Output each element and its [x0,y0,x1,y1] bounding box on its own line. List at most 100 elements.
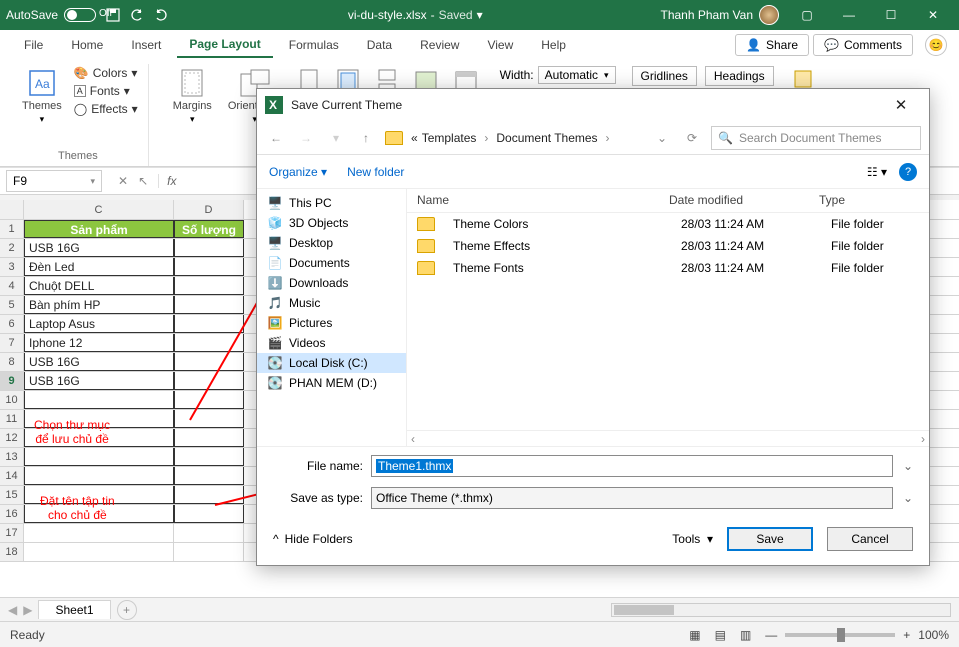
h-scrollbar[interactable] [611,603,951,617]
title-bar: AutoSave Off vi-du-style.xlsx - Saved ▾ … [0,0,959,30]
help-icon[interactable]: ? [899,163,917,181]
chevron-down-icon: ▾ [90,176,95,187]
nav-recent-icon[interactable]: ▾ [325,127,347,149]
cursor-icon: ↖ [138,174,148,188]
margins-button[interactable]: Margins▾ [169,66,216,127]
fx-icon[interactable]: fx [158,174,184,188]
save-theme-dialog: X Save Current Theme ✕ ← → ▾ ↑ « Templat… [256,88,930,566]
tab-view[interactable]: View [475,33,525,57]
chevron-down-icon[interactable]: ▾ [477,8,483,22]
add-sheet-icon[interactable]: + [117,600,137,620]
row-header[interactable]: 1 [0,220,24,238]
tab-data[interactable]: Data [355,33,404,57]
tab-home[interactable]: Home [59,33,115,57]
nav-back-icon[interactable]: ← [265,127,287,149]
ribbon-options-icon[interactable]: ▢ [787,1,827,29]
col-header-name[interactable]: Name [407,189,663,212]
width-select[interactable]: Automatic▾ [538,66,616,84]
folder-tree[interactable]: 🖥️This PC 🧊3D Objects 🖥️Desktop 📄Documen… [257,189,407,446]
themes-button[interactable]: Aa Themes ▾ [18,66,66,127]
undo-icon[interactable] [128,6,146,24]
list-item[interactable]: Theme Colors28/03 11:24 AMFile folder [407,213,929,235]
search-input[interactable]: 🔍 Search Document Themes [711,126,921,150]
cancel-button[interactable]: Cancel [827,527,913,551]
chevron-down-icon[interactable]: ⌄ [901,491,915,505]
file-name-label: File name: [271,459,363,473]
folder-icon [385,131,403,145]
tools-button[interactable]: Tools ▾ [672,532,713,546]
name-box[interactable]: F9▾ [6,170,102,192]
help-icon[interactable]: 😊 [925,34,947,56]
save-button[interactable]: Save [727,527,813,551]
folder-icon [417,217,435,231]
col-header[interactable]: D [174,200,244,219]
avatar [759,5,779,25]
tab-nav-prev-icon[interactable]: ◀ [8,603,17,617]
svg-text:X: X [269,98,277,112]
tree-item: 🖼️Pictures [257,313,406,333]
zoom-slider[interactable] [785,633,895,637]
downloads-icon: ⬇️ [267,276,283,290]
list-item[interactable]: Theme Effects28/03 11:24 AMFile folder [407,235,929,257]
tree-item: 🎬Videos [257,333,406,353]
colors-button[interactable]: 🎨Colors ▾ [74,66,138,80]
comments-button[interactable]: 💬Comments [813,34,913,56]
group-themes: Aa Themes ▾ 🎨Colors ▾ AFonts ▾ ◯Effects … [8,64,149,166]
col-header[interactable]: C [24,200,174,219]
chevron-down-icon[interactable]: ⌄ [901,459,915,473]
save-type-select[interactable]: Office Theme (*.thmx) [371,487,893,509]
file-name-input[interactable]: Theme1.thmx [371,455,893,477]
zoom-out-icon[interactable]: — [765,628,777,642]
list-item[interactable]: Theme Fonts28/03 11:24 AMFile folder [407,257,929,279]
share-button[interactable]: 👤Share [735,34,809,56]
file-list[interactable]: Theme Colors28/03 11:24 AMFile folder Th… [407,213,929,430]
tree-item: 🖥️This PC [257,193,406,213]
refresh-icon[interactable]: ⟳ [681,127,703,149]
tab-insert[interactable]: Insert [119,33,173,57]
view-page-icon[interactable]: ▤ [715,628,726,642]
new-folder-button[interactable]: New folder [347,165,404,179]
tree-item-selected: 💽Local Disk (C:) [257,353,406,373]
tab-formulas[interactable]: Formulas [277,33,351,57]
cube-icon: 🧊 [267,216,283,230]
view-break-icon[interactable]: ▥ [740,628,751,642]
organize-button[interactable]: Organize ▾ [269,165,327,179]
tab-nav-next-icon[interactable]: ▶ [23,603,32,617]
close-icon[interactable]: ✕ [881,96,921,114]
col-header-type[interactable]: Type [813,189,929,212]
group-label: Themes [58,148,98,166]
col-header-date[interactable]: Date modified [663,189,813,212]
cancel-formula-icon[interactable]: ✕ [118,174,128,188]
tree-item: 📄Documents [257,253,406,273]
effects-button[interactable]: ◯Effects ▾ [74,102,138,116]
headings-button[interactable]: Headings [705,66,774,86]
close-icon[interactable]: ✕ [913,1,953,29]
tree-item: ⬇️Downloads [257,273,406,293]
svg-text:Aa: Aa [35,77,50,91]
tab-help[interactable]: Help [529,33,578,57]
sheet-tab[interactable]: Sheet1 [38,600,110,619]
view-options-icon[interactable]: ☷ ▾ [867,165,887,179]
tab-file[interactable]: File [12,33,55,57]
tab-page-layout[interactable]: Page Layout [177,32,272,58]
ribbon-tabs: File Home Insert Page Layout Formulas Da… [0,30,959,60]
pictures-icon: 🖼️ [267,316,283,330]
gridlines-button[interactable]: Gridlines [632,66,697,86]
chevron-down-icon[interactable]: ⌄ [657,131,667,145]
nav-up-icon[interactable]: ↑ [355,127,377,149]
redo-icon[interactable] [152,6,170,24]
hide-folders-button[interactable]: ^Hide Folders [273,532,353,546]
zoom-in-icon[interactable]: + [903,628,910,642]
chevron-down-icon: ▾ [40,114,45,125]
excel-icon: X [265,96,283,114]
user-account[interactable]: Thanh Pham Van [660,5,779,25]
autosave-toggle[interactable]: Off [64,8,96,22]
breadcrumb[interactable]: « Templates› Document Themes› [411,131,614,145]
nav-fwd-icon[interactable]: → [295,127,317,149]
fonts-button[interactable]: AFonts ▾ [74,84,138,98]
maximize-icon[interactable]: ☐ [871,1,911,29]
tab-review[interactable]: Review [408,33,471,57]
view-normal-icon[interactable]: ▦ [689,628,700,642]
minimize-icon[interactable]: — [829,1,869,29]
tree-item: 🧊3D Objects [257,213,406,233]
